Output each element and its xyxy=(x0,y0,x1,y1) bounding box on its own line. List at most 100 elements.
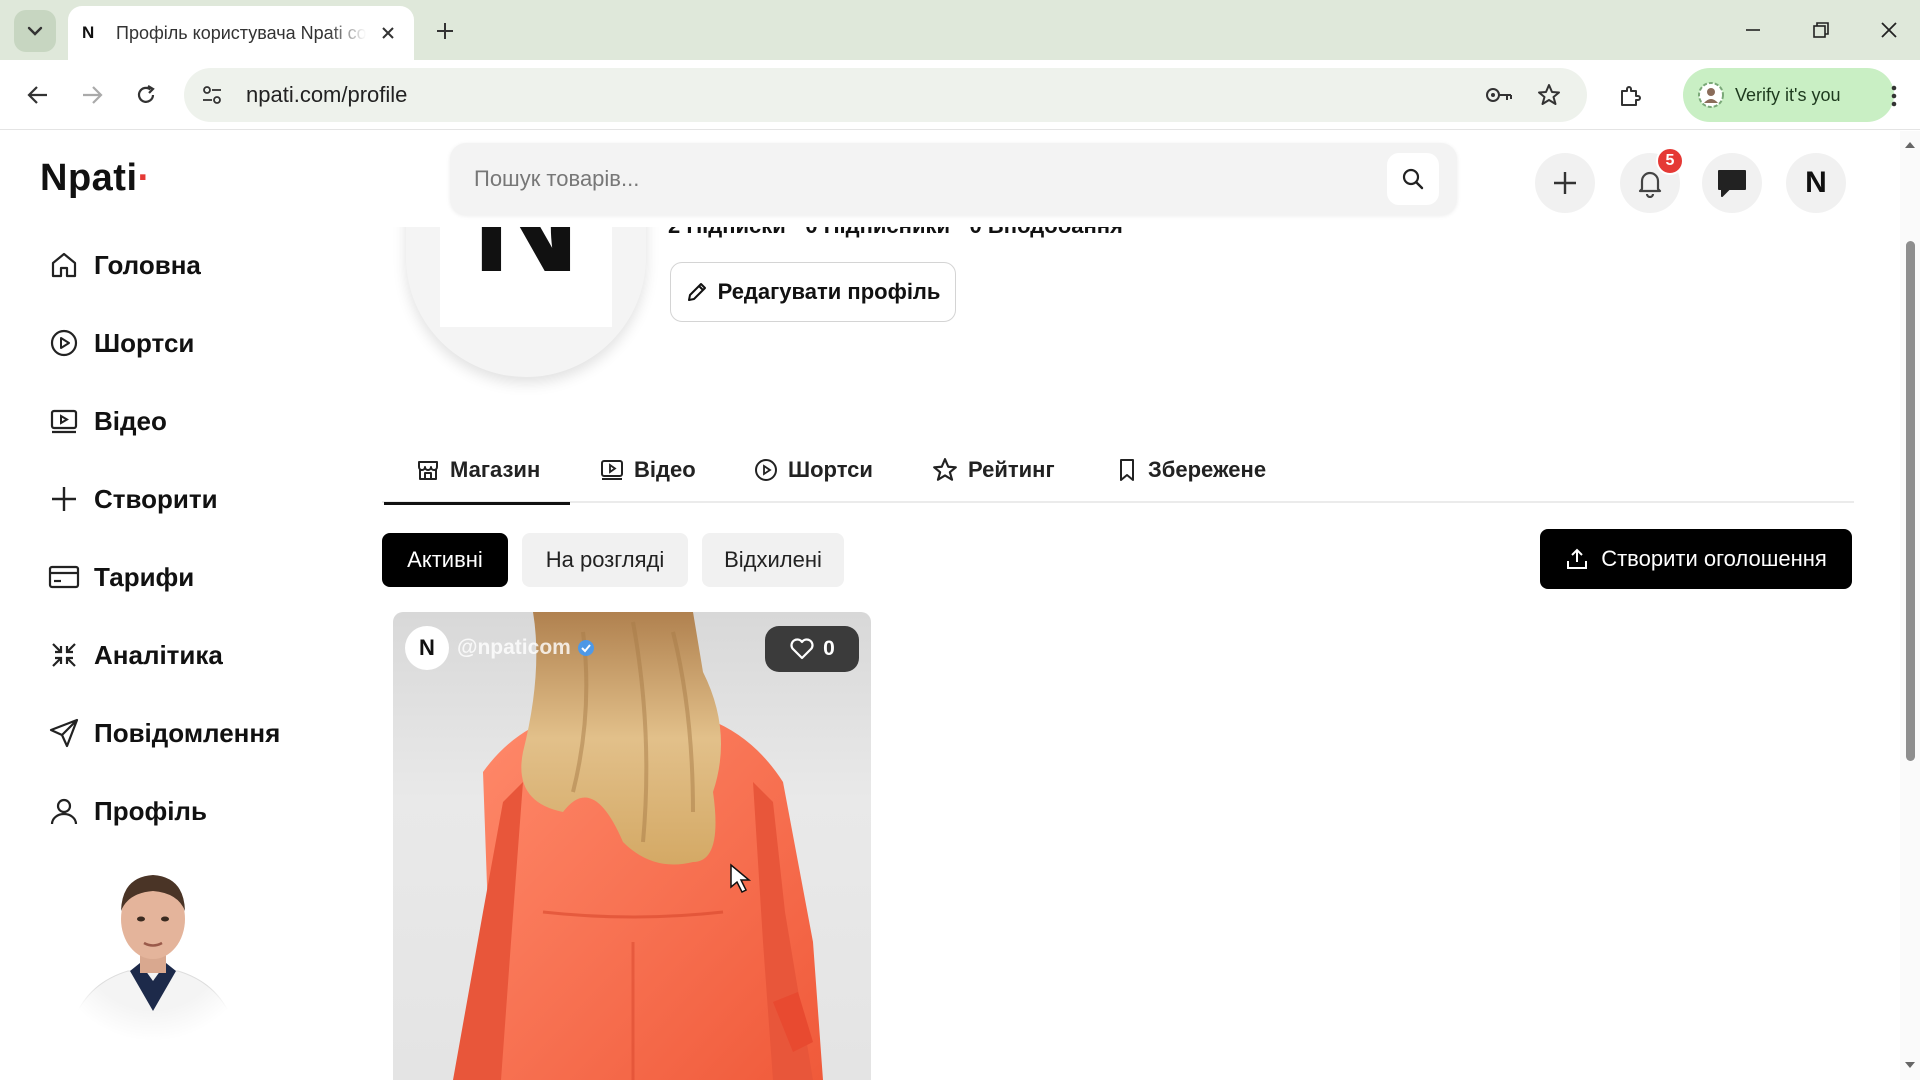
logo-dot: · xyxy=(137,157,151,199)
key-icon xyxy=(1485,85,1513,105)
site-header: Npati· 5 N xyxy=(0,131,1900,227)
filter-active[interactable]: Активні xyxy=(382,533,508,587)
tab-label: Відео xyxy=(634,457,696,482)
filter-pending[interactable]: На розгляді xyxy=(522,533,688,587)
home-icon xyxy=(48,249,80,281)
tab-shorts[interactable]: Шортси xyxy=(754,437,873,503)
sidebar-item-tariffs[interactable]: Тарифи xyxy=(48,557,194,597)
card-author[interactable]: N @npaticom xyxy=(405,626,595,670)
tune-icon xyxy=(201,84,223,106)
send-icon xyxy=(48,717,80,749)
like-button[interactable]: 0 xyxy=(765,626,859,672)
tab-search-button[interactable] xyxy=(14,10,56,52)
sidebar-item-label: Створити xyxy=(94,483,218,514)
plus-icon xyxy=(436,22,454,40)
card-icon xyxy=(48,561,80,593)
bookmark-star-button[interactable] xyxy=(1534,80,1564,110)
video-icon xyxy=(48,405,80,437)
plus-icon xyxy=(1551,169,1579,197)
tab-title: Профіль користувача Npati com xyxy=(116,22,366,43)
sidebar-item-label: Тарифи xyxy=(94,561,195,592)
site-info-button[interactable] xyxy=(190,73,234,117)
verify-profile-button[interactable]: Verify it's you xyxy=(1683,68,1894,122)
close-icon xyxy=(1880,21,1898,39)
profile-avatar-icon xyxy=(1697,81,1725,109)
restore-button[interactable] xyxy=(1801,12,1841,48)
scroll-down-icon[interactable] xyxy=(1904,1059,1916,1071)
create-button[interactable] xyxy=(1535,153,1595,213)
minimize-button[interactable] xyxy=(1733,12,1773,48)
password-key-button[interactable] xyxy=(1484,80,1514,110)
tab-store[interactable]: Магазин xyxy=(383,437,571,505)
close-window-button[interactable] xyxy=(1869,12,1909,48)
minimize-icon xyxy=(1745,22,1761,38)
forward-button[interactable] xyxy=(72,75,112,115)
card-author-handle: @npaticom xyxy=(457,636,571,659)
close-tab-icon[interactable] xyxy=(376,21,400,45)
user-avatar-button[interactable]: N xyxy=(1786,153,1846,213)
plus-icon xyxy=(48,483,80,515)
search-icon xyxy=(1401,167,1425,191)
likes-count: 0 xyxy=(823,637,835,660)
product-card[interactable]: N @npaticom 0 xyxy=(393,612,871,1080)
tab-rating[interactable]: Рейтинг xyxy=(932,437,1055,503)
chevron-down-icon xyxy=(26,22,44,40)
sidebar-item-shorts[interactable]: Шортси xyxy=(48,323,194,363)
more-vertical-icon xyxy=(1891,85,1897,107)
logo-text: Npati xyxy=(40,157,138,199)
notifications-button[interactable]: 5 xyxy=(1620,147,1684,213)
create-ad-button[interactable]: Створити оголошення xyxy=(1540,529,1852,589)
browser-menu-button[interactable] xyxy=(1876,76,1912,116)
site-logo[interactable]: Npati· xyxy=(40,157,151,200)
arrow-left-icon xyxy=(27,84,49,106)
upload-icon xyxy=(1565,547,1589,571)
arrow-right-icon xyxy=(81,84,103,106)
tab-label: Рейтинг xyxy=(968,457,1055,482)
sidebar-item-create[interactable]: Створити xyxy=(48,479,218,519)
scroll-up-icon[interactable] xyxy=(1904,139,1916,151)
tab-video[interactable]: Відео xyxy=(600,437,696,503)
sidebar-item-profile[interactable]: Профіль xyxy=(48,791,207,831)
browser-toolbar: npati.com/profile Verify it's you xyxy=(0,60,1920,130)
tab-label: Шортси xyxy=(788,457,873,482)
bookmark-icon xyxy=(1116,458,1138,482)
card-author-avatar: N xyxy=(405,626,449,670)
edit-profile-label: Редагувати профіль xyxy=(717,279,941,304)
star-icon xyxy=(932,457,958,483)
extensions-button[interactable] xyxy=(1610,76,1650,116)
new-tab-button[interactable] xyxy=(430,16,460,46)
search-input[interactable] xyxy=(474,166,1374,192)
analytics-icon xyxy=(48,639,80,671)
product-photo xyxy=(453,612,823,1080)
play-circle-icon xyxy=(48,327,80,359)
back-button[interactable] xyxy=(18,75,58,115)
address-bar[interactable]: npati.com/profile xyxy=(184,68,1587,122)
reload-button[interactable] xyxy=(126,75,166,115)
sidebar-item-analytics[interactable]: Аналітика xyxy=(48,635,223,675)
sidebar-item-home[interactable]: Головна xyxy=(48,245,201,285)
pencil-icon xyxy=(686,281,708,303)
sidebar-item-video[interactable]: Відео xyxy=(48,401,167,441)
sidebar-item-messages[interactable]: Повідомлення xyxy=(48,713,280,753)
browser-tab-bar: N Профіль користувача Npati com xyxy=(0,0,1920,60)
filter-rejected[interactable]: Відхилені xyxy=(702,533,844,587)
browser-tab-active[interactable]: N Профіль користувача Npati com xyxy=(68,6,414,60)
star-icon xyxy=(1537,83,1561,107)
puzzle-icon xyxy=(1618,84,1642,108)
tab-favicon: N xyxy=(82,23,95,42)
reload-icon xyxy=(135,84,157,106)
messages-button[interactable] xyxy=(1702,153,1762,213)
restore-icon xyxy=(1812,21,1830,39)
search-button[interactable] xyxy=(1387,153,1439,205)
play-circle-icon xyxy=(754,458,778,482)
tab-label: Збережене xyxy=(1148,457,1267,482)
page-scrollbar[interactable] xyxy=(1900,131,1920,1080)
edit-profile-button[interactable]: Редагувати профіль xyxy=(670,262,956,322)
tab-saved[interactable]: Збережене xyxy=(1116,437,1266,503)
verified-badge-icon xyxy=(577,639,595,657)
scrollbar-thumb[interactable] xyxy=(1906,241,1915,761)
create-ad-label: Створити оголошення xyxy=(1601,546,1827,571)
url-text[interactable]: npati.com/profile xyxy=(246,82,407,108)
sidebar-item-label: Шортси xyxy=(94,327,195,358)
web-page: N 2 Підписки · 0 Підписники · 0 Вподобан… xyxy=(0,131,1920,1080)
